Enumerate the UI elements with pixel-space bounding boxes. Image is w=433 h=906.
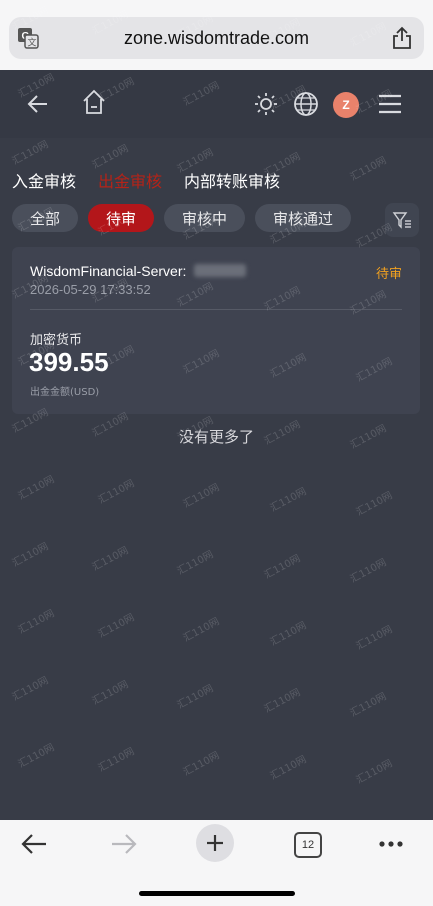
timestamp: 2026-05-29 17:33:52 xyxy=(30,282,151,297)
watermark-text: 汇110网 xyxy=(10,139,51,168)
menu-icon[interactable] xyxy=(378,93,402,115)
watermark-text: 汇110网 xyxy=(181,750,222,779)
chip-approved[interactable]: 审核通过 xyxy=(255,204,352,232)
watermark-text: 汇110网 xyxy=(181,616,222,645)
forward-icon[interactable] xyxy=(110,832,138,856)
withdrawal-record-card[interactable]: WisdomFinancial-Server: 待审 2026-05-29 17… xyxy=(12,247,420,414)
chip-pending[interactable]: 待审 xyxy=(88,204,155,232)
chip-in-review[interactable]: 审核中 xyxy=(164,204,246,232)
divider xyxy=(30,309,402,310)
tabs-button[interactable]: 12 xyxy=(294,832,322,858)
chip-all[interactable]: 全部 xyxy=(12,204,79,232)
browser-url-bar: G 文 zone.wisdomtrade.com xyxy=(0,0,433,70)
review-type-tabs: 入金审核 出金审核 内部转账审核 xyxy=(12,168,280,192)
avatar[interactable]: Z xyxy=(333,92,359,118)
filter-icon xyxy=(392,212,411,229)
back-arrow-icon[interactable] xyxy=(26,92,50,116)
watermark-text: 汇110网 xyxy=(16,474,57,503)
tab-deposit-review[interactable]: 入金审核 xyxy=(12,168,76,192)
tab-withdrawal-review[interactable]: 出金审核 xyxy=(98,168,162,192)
tab-internal-transfer-review[interactable]: 内部转账审核 xyxy=(184,168,280,192)
watermark-text: 汇110网 xyxy=(262,687,303,716)
watermark-text: 汇110网 xyxy=(96,478,137,507)
withdrawal-amount: 399.55 xyxy=(29,347,109,377)
globe-icon[interactable] xyxy=(293,91,319,117)
svg-text:文: 文 xyxy=(28,37,37,48)
watermark-text: 汇110网 xyxy=(268,754,309,783)
watermark-text: 汇110网 xyxy=(262,553,303,582)
address-field[interactable]: G 文 zone.wisdomtrade.com xyxy=(9,17,424,59)
no-more-text: 没有更多了 xyxy=(178,428,254,446)
watermark-text: 汇110网 xyxy=(16,608,57,637)
filter-button[interactable] xyxy=(385,203,419,237)
redacted-account xyxy=(194,264,246,277)
watermark-text: 汇110网 xyxy=(354,758,395,787)
watermark-text: 汇110网 xyxy=(181,482,222,511)
watermark-text: 汇110网 xyxy=(16,742,57,771)
watermark-text: 汇110网 xyxy=(10,675,51,704)
more-icon[interactable] xyxy=(378,840,404,848)
new-tab-button[interactable] xyxy=(196,824,234,862)
watermark-text: 汇110网 xyxy=(90,545,131,574)
tab-count: 12 xyxy=(301,839,315,851)
watermark-text: 汇110网 xyxy=(90,679,131,708)
watermark-text: 汇110网 xyxy=(348,557,389,586)
sun-icon[interactable] xyxy=(254,92,278,116)
url-text: zone.wisdomtrade.com xyxy=(123,27,310,48)
share-icon[interactable] xyxy=(392,26,412,50)
watermark-text: 汇110网 xyxy=(175,683,216,712)
watermark-text: 汇110网 xyxy=(354,624,395,653)
watermark-text: 汇110网 xyxy=(90,143,131,172)
app-header: Z xyxy=(0,70,433,138)
amount-label: 出金金额(USD) xyxy=(30,387,100,398)
watermark-text: 汇110网 xyxy=(268,486,309,515)
watermark-text: 汇110网 xyxy=(348,155,389,184)
watermark-text: 汇110网 xyxy=(96,612,137,641)
watermark-text: 汇110网 xyxy=(268,620,309,649)
watermark-text: 汇110网 xyxy=(10,541,51,570)
payment-method: 加密货币 xyxy=(30,333,83,348)
watermark-text: 汇110网 xyxy=(348,691,389,720)
server-name: WisdomFinancial-Server: xyxy=(30,263,187,279)
watermark-text: 汇110网 xyxy=(354,490,395,519)
back-icon[interactable] xyxy=(20,832,48,856)
watermark-text: 汇110网 xyxy=(96,746,137,775)
status-filter-chips: 全部 待审 审核中 审核通过 xyxy=(12,204,352,232)
status-badge: 待审 xyxy=(375,267,402,282)
plus-icon xyxy=(207,835,223,851)
watermark-text: 汇110网 xyxy=(175,549,216,578)
avatar-letter: Z xyxy=(342,98,350,112)
translate-icon[interactable]: G 文 xyxy=(17,27,39,49)
home-indicator xyxy=(139,891,295,896)
home-icon[interactable] xyxy=(82,89,106,115)
